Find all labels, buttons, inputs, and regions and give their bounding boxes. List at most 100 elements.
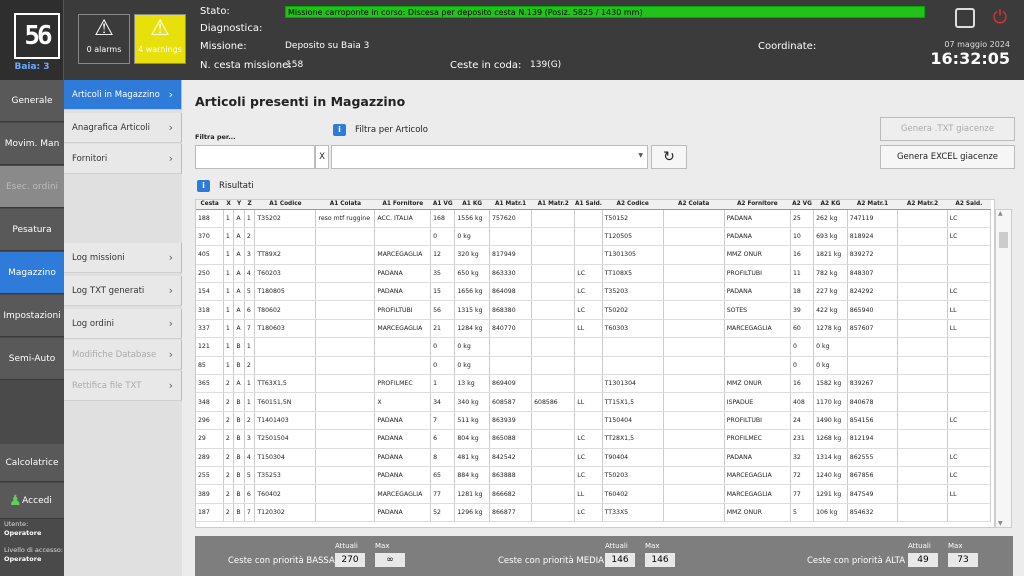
table-row[interactable]: 188 1 A 1 T35202 reso mtf ruggine ACC. ITALIA 1… bbox=[196, 209, 992, 228]
submenu-log-txt[interactable]: Log TXT generati bbox=[64, 276, 182, 306]
submenu-articoli-magazzino[interactable]: Articoli in Magazzino bbox=[64, 80, 182, 110]
table-cell bbox=[663, 466, 725, 486]
table-cell bbox=[574, 374, 603, 394]
table-cell: 1656 kg bbox=[454, 282, 491, 302]
table-cell: PADANA bbox=[724, 448, 791, 467]
column-header[interactable]: A1 Fornitore bbox=[374, 200, 431, 210]
column-header[interactable]: A2 KG bbox=[813, 200, 848, 210]
table-row[interactable]: 318 1 A 6 T80602 PROFILTUBI 56 1315 kg 868380 LC T… bbox=[196, 300, 992, 320]
submenu-anagrafica-articoli[interactable]: Anagrafica Articoli bbox=[64, 113, 182, 143]
scroll-thumb[interactable] bbox=[999, 232, 1008, 248]
media-attuali-value: 146 bbox=[605, 553, 635, 567]
genera-txt-button[interactable]: Genera .TXT giacenze bbox=[880, 117, 1015, 141]
tablet-icon[interactable] bbox=[955, 8, 975, 28]
submenu-modifiche-database[interactable]: Modifiche Database bbox=[64, 340, 182, 370]
column-header[interactable]: A1 Matr.2 bbox=[531, 200, 575, 210]
column-header[interactable]: X bbox=[223, 200, 234, 210]
column-header[interactable]: A1 KG bbox=[454, 200, 490, 210]
table-row[interactable]: 29 2 B 3 T2501504 PADANA 6 804 kg 865088 LC TT28X1… bbox=[196, 429, 992, 449]
table-cell bbox=[602, 356, 664, 376]
filter-field-input[interactable] bbox=[195, 145, 315, 169]
sidebar-item-generale[interactable]: Generale bbox=[0, 80, 64, 122]
utente-label: Utente: bbox=[4, 520, 29, 528]
table-row[interactable]: 389 2 B 6 T60402 MARCEGAGLIA 77 1281 kg 866682 LL… bbox=[196, 484, 992, 504]
table-row[interactable]: 296 2 B 2 T1401403 PADANA 7 511 kg 863939 T150404… bbox=[196, 411, 992, 431]
coordinate-label: Coordinate: bbox=[758, 41, 817, 52]
media-max-label: Max bbox=[645, 542, 660, 550]
table-row[interactable]: 405 1 A 3 TT89X2 MARCEGAGLIA 12 320 kg 817949 T13… bbox=[196, 245, 992, 265]
table-row[interactable]: 154 1 A 5 T180805 PADANA 15 1656 kg 864098 LC T352… bbox=[196, 282, 992, 302]
column-header[interactable]: A1 VG bbox=[430, 200, 455, 210]
table-cell: 0 kg bbox=[454, 337, 491, 357]
submenu-log-ordini[interactable]: Log ordini bbox=[64, 309, 182, 339]
table-row[interactable]: 250 1 A 4 T60203 PADANA 35 650 kg 863330 LC TT108X… bbox=[196, 264, 992, 284]
genera-excel-button[interactable]: Genera EXCEL giacenze bbox=[880, 145, 1015, 169]
sidebar-item-magazzino[interactable]: Magazzino bbox=[0, 252, 64, 294]
table-row[interactable]: 348 2 B 1 T60151,5N X 34 340 kg 608587 608586 LL TT… bbox=[196, 392, 992, 412]
clear-filter-button[interactable]: X bbox=[315, 145, 329, 169]
column-header[interactable]: Y bbox=[233, 200, 245, 210]
column-header[interactable]: A2 Fornitore bbox=[724, 200, 791, 210]
table-cell bbox=[947, 337, 992, 357]
table-row[interactable]: 255 2 B 5 T35253 PADANA 65 884 kg 863888 LC T50203… bbox=[196, 466, 992, 486]
sidebar-item-accedi[interactable]: ♟ Accedi bbox=[0, 483, 64, 519]
table-cell: MMZ ONUR bbox=[724, 245, 791, 265]
table-row[interactable]: 337 1 A 7 T180603 MARCEGAGLIA 21 1284 kg 840770 L… bbox=[196, 319, 992, 339]
column-header[interactable]: Cesta bbox=[196, 200, 224, 210]
scroll-down-icon[interactable]: ▼ bbox=[998, 520, 1003, 527]
column-header[interactable]: Z bbox=[244, 200, 255, 210]
column-header[interactable]: A2 Codice bbox=[602, 200, 664, 210]
table-cell bbox=[663, 484, 725, 504]
table-cell: MARCEGAGLIA bbox=[724, 484, 791, 504]
table-row[interactable]: 121 1 B 1 0 0 kg 0 0 kg bbox=[196, 337, 992, 357]
sidebar-item-esec-ordini[interactable]: Esec. ordini bbox=[0, 166, 64, 208]
submenu-log-missioni[interactable]: Log missioni bbox=[64, 243, 182, 273]
submenu-rettifica-txt[interactable]: Rettifica file TXT bbox=[64, 371, 182, 401]
table-cell: 8 bbox=[430, 448, 456, 467]
table-row[interactable]: 187 2 B 7 T120302 PADANA 52 1296 kg 866877 LC TT33… bbox=[196, 503, 992, 523]
warning-triangle-icon: ⚠ bbox=[150, 16, 170, 41]
table-cell: 6 bbox=[244, 484, 256, 504]
column-header[interactable]: A2 Matr.1 bbox=[847, 200, 898, 210]
column-header[interactable]: A2 Sald. bbox=[947, 200, 991, 210]
column-header[interactable]: A1 Codice bbox=[254, 200, 316, 210]
table-cell: 370 bbox=[196, 227, 224, 247]
sidebar-item-impostazioni[interactable]: Impostazioni bbox=[0, 295, 64, 337]
alarms-button[interactable]: ⚠ 0 alarms bbox=[78, 14, 130, 64]
table-row[interactable]: 370 1 A 2 0 0 kg T120505 PADANA 10 693 kg 818924 LC bbox=[196, 227, 992, 247]
column-header[interactable]: A1 Colata bbox=[315, 200, 375, 210]
table-cell: 840678 bbox=[847, 392, 899, 412]
sidebar-item-movim-man[interactable]: Movim. Man bbox=[0, 123, 64, 165]
table-cell: TT108X5 bbox=[602, 264, 664, 284]
power-icon[interactable]: ⏻ bbox=[990, 8, 1010, 28]
sidebar-item-calcolatrice[interactable]: Calcolatrice bbox=[0, 444, 64, 482]
table-row[interactable]: 365 2 A 1 TT63X1,5 PROFILMEC 1 13 kg 869409 T1301… bbox=[196, 374, 992, 394]
column-header[interactable]: A1 Sald. bbox=[574, 200, 603, 210]
table-cell bbox=[897, 374, 948, 394]
article-filter-select[interactable]: ▼ bbox=[331, 145, 648, 169]
table-cell: 187 bbox=[196, 503, 224, 523]
livello-value: Operatore bbox=[4, 555, 42, 563]
column-header[interactable]: A2 VG bbox=[790, 200, 814, 210]
column-header[interactable]: A2 Matr.2 bbox=[897, 200, 948, 210]
table-cell: 2 bbox=[223, 503, 235, 523]
submenu-fornitori[interactable]: Fornitori bbox=[64, 144, 182, 174]
table-cell: 817949 bbox=[489, 245, 533, 265]
table-cell: 408 bbox=[790, 392, 815, 412]
warnings-button[interactable]: ⚠ 4 warnings bbox=[134, 14, 186, 64]
table-cell: 854632 bbox=[847, 503, 899, 523]
table-cell: B bbox=[233, 337, 245, 357]
table-row[interactable]: 85 1 B 2 0 0 kg 0 0 kg bbox=[196, 356, 992, 376]
column-header[interactable]: A1 Matr.1 bbox=[489, 200, 532, 210]
table-cell bbox=[254, 227, 317, 247]
table-row[interactable]: 289 2 B 4 T150304 PADANA 8 481 kg 842542 LC T90404… bbox=[196, 448, 992, 467]
table-cell: 1281 kg bbox=[454, 484, 491, 504]
sidebar-item-pesatura[interactable]: Pesatura bbox=[0, 209, 64, 251]
column-header[interactable]: A2 Colata bbox=[663, 200, 725, 210]
table-cell bbox=[897, 319, 948, 339]
table-scrollbar[interactable]: ▲ ▼ bbox=[995, 209, 1012, 528]
refresh-button[interactable]: ↻ bbox=[651, 145, 687, 169]
table-cell bbox=[663, 227, 725, 247]
sidebar-item-semi-auto[interactable]: Semi-Auto bbox=[0, 338, 64, 380]
scroll-up-icon[interactable]: ▲ bbox=[998, 210, 1003, 217]
